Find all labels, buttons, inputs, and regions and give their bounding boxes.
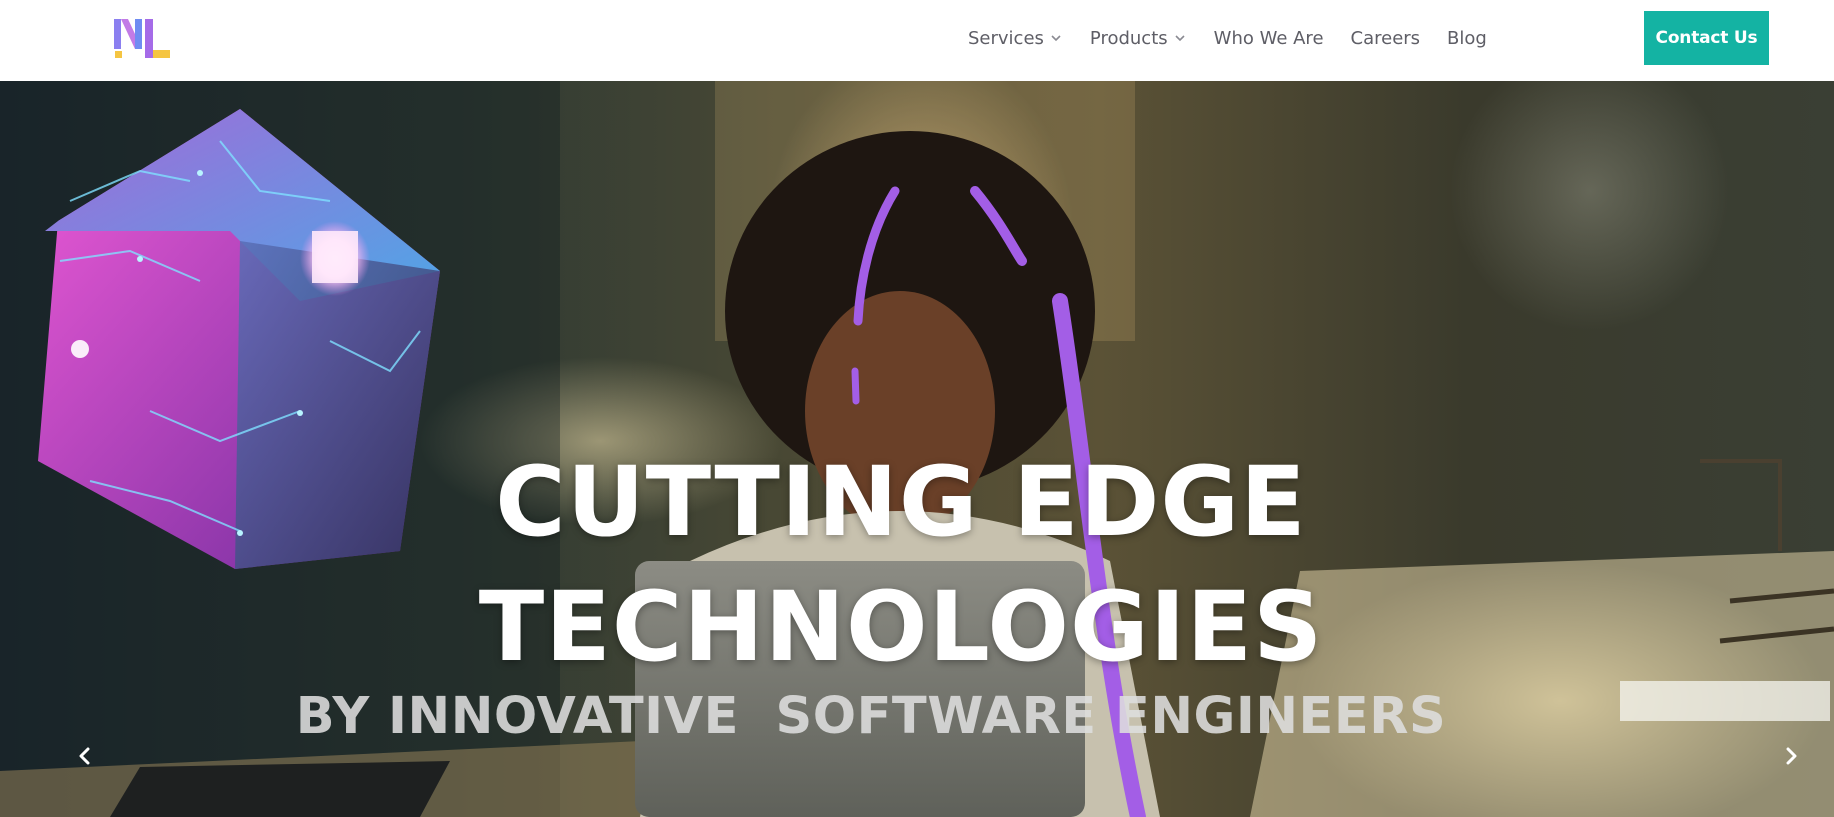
nav-label: Products bbox=[1089, 27, 1168, 49]
nav-label: Who We Are bbox=[1213, 27, 1324, 49]
chevron-left-icon bbox=[79, 747, 90, 765]
slider-next-button[interactable] bbox=[1774, 739, 1808, 773]
hero-slider: CUTTING EDGE TECHNOLOGIES BY INNOVATIVE … bbox=[0, 81, 1834, 817]
nav-label: Careers bbox=[1350, 27, 1421, 49]
site-header: Services Products Who We Are Careers Blo… bbox=[0, 0, 1834, 81]
nav-item-products[interactable]: Products bbox=[1090, 28, 1187, 49]
nav-item-careers[interactable]: Careers bbox=[1351, 28, 1421, 49]
hero-title-line2: TECHNOLOGIES bbox=[478, 571, 1324, 683]
hero-title-line1: CUTTING EDGE bbox=[495, 446, 1307, 558]
nav-item-services[interactable]: Services bbox=[968, 28, 1063, 49]
chevron-down-icon bbox=[1051, 35, 1061, 42]
contact-us-button[interactable]: Contact Us bbox=[1644, 11, 1769, 65]
nav-item-who-we-are[interactable]: Who We Are bbox=[1214, 28, 1324, 49]
nav-label: Services bbox=[968, 27, 1044, 49]
main-nav: Services Products Who We Are Careers Blo… bbox=[968, 0, 1487, 76]
nav-label: Blog bbox=[1447, 27, 1487, 49]
slider-prev-button[interactable] bbox=[68, 739, 102, 773]
nav-item-blog[interactable]: Blog bbox=[1447, 28, 1487, 49]
company-logo[interactable] bbox=[112, 17, 172, 61]
hero-subtitle: BY INNOVATIVE SOFTWARE ENGINEERS bbox=[295, 687, 1447, 746]
chevron-right-icon bbox=[1786, 747, 1797, 765]
chevron-down-icon bbox=[1175, 35, 1185, 42]
